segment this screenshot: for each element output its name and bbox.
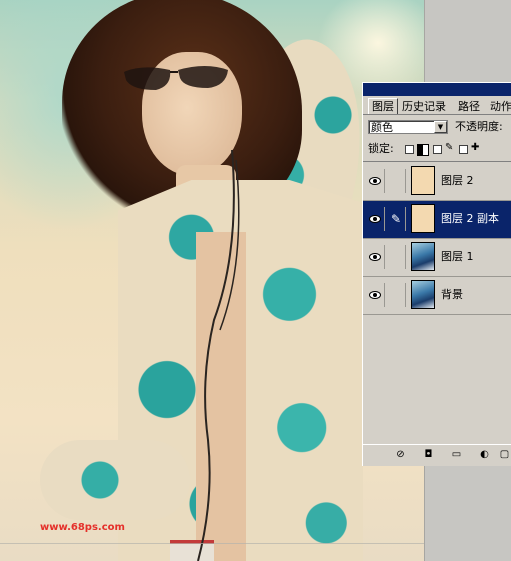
link-slot[interactable] <box>387 245 406 269</box>
visibility-toggle[interactable] <box>366 283 385 307</box>
brush-icon[interactable]: ✎ <box>387 207 406 231</box>
brush-icon: ✎ <box>445 142 454 153</box>
layer-row-layer1[interactable]: 图层 1 <box>363 239 511 277</box>
earphone-wire <box>197 149 240 561</box>
link-slot[interactable] <box>387 283 406 307</box>
layer-name: 图层 2 副本 <box>441 212 499 225</box>
tab-layers[interactable]: 图层 <box>368 98 398 114</box>
layer-row-layer2-copy[interactable]: ✎ 图层 2 副本 <box>363 201 511 239</box>
new-group-icon[interactable]: ▭ <box>449 448 464 462</box>
layer-row-layer2[interactable]: 图层 2 <box>363 163 511 201</box>
eye-icon <box>369 177 381 185</box>
watermark-text: www.68ps.com <box>40 522 125 533</box>
link-slot[interactable] <box>387 169 406 193</box>
layers-palette: 图层 历史记录 路径 动作 颜色 ▼ 不透明度: 锁定: ✎ ✚ 图层 2 ✎ … <box>362 82 511 466</box>
lock-label: 锁定: <box>368 142 394 155</box>
lock-transparency-checkbox[interactable] <box>405 145 414 154</box>
tab-actions[interactable]: 动作 <box>487 99 511 114</box>
layer-thumbnail <box>411 166 435 195</box>
add-mask-icon[interactable]: ◘ <box>421 448 436 462</box>
visibility-toggle[interactable] <box>366 169 385 193</box>
layer-thumbnail <box>411 242 435 271</box>
layer-thumbnail <box>411 280 435 309</box>
lock-pixels-checkbox[interactable] <box>433 145 442 154</box>
move-icon: ✚ <box>471 142 480 153</box>
blend-mode-value: 颜色 <box>371 121 393 134</box>
eye-icon <box>369 215 381 223</box>
adjustment-layer-icon[interactable]: ◐ <box>477 448 492 462</box>
blend-mode-select[interactable]: 颜色 ▼ <box>368 120 448 134</box>
layer-name: 背景 <box>441 288 463 301</box>
visibility-toggle[interactable] <box>366 245 385 269</box>
layer-name: 图层 1 <box>441 250 474 263</box>
layer-name: 图层 2 <box>441 174 474 187</box>
layer-row-background[interactable]: 背景 <box>363 277 511 315</box>
eye-icon <box>369 253 381 261</box>
visibility-toggle[interactable] <box>366 207 385 231</box>
palette-tabs: 图层 历史记录 路径 动作 <box>363 97 511 115</box>
new-layer-icon[interactable]: ▢ <box>497 448 511 462</box>
tab-history[interactable]: 历史记录 <box>399 99 449 114</box>
layer-thumbnail <box>411 204 435 233</box>
lock-row: 锁定: ✎ ✚ <box>363 139 511 162</box>
transparency-icon <box>417 144 429 156</box>
layer-style-icon[interactable]: ⊘ <box>393 448 408 462</box>
lock-position-checkbox[interactable] <box>459 145 468 154</box>
canvas-bottom-edge <box>0 543 424 544</box>
palette-title-bar[interactable] <box>363 83 511 96</box>
opacity-label: 不透明度: <box>455 120 503 133</box>
palette-bottom-bar: ⊘ ◘ ▭ ◐ ▢ <box>363 444 511 466</box>
blend-row: 颜色 ▼ 不透明度: <box>363 116 511 138</box>
eye-icon <box>369 291 381 299</box>
photo-canvas[interactable]: www.68ps.com <box>0 0 424 561</box>
layers-list: 图层 2 ✎ 图层 2 副本 图层 1 背景 <box>363 163 511 443</box>
tab-paths[interactable]: 路径 <box>455 99 483 114</box>
chevron-down-icon[interactable]: ▼ <box>434 121 447 133</box>
